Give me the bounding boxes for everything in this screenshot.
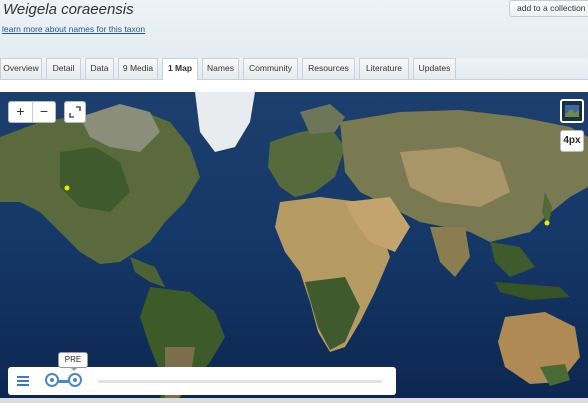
year-slider-track[interactable] <box>98 380 382 383</box>
learn-names-link[interactable]: learn more about names for this taxon <box>2 24 145 34</box>
zoom-control: + − <box>8 101 56 123</box>
timeline-bar <box>8 367 396 395</box>
tab-community[interactable]: Community <box>243 58 298 79</box>
point-size-button[interactable]: 4px <box>560 130 584 152</box>
tab-media[interactable]: 9 Media <box>118 58 158 79</box>
tab-literature[interactable]: Literature <box>359 58 409 79</box>
tab-names[interactable]: Names <box>202 58 239 79</box>
zoom-out-button[interactable]: − <box>31 102 55 122</box>
occurrence-point[interactable] <box>544 220 550 226</box>
occurrence-map[interactable]: + − 4px <box>0 92 588 403</box>
world-map-imagery <box>0 92 588 403</box>
tab-resources[interactable]: Resources <box>302 58 355 79</box>
tab-detail[interactable]: Detail <box>46 58 81 79</box>
tab-updates[interactable]: Updates <box>413 58 456 79</box>
tab-overview[interactable]: Overview <box>0 58 42 79</box>
fullscreen-button[interactable] <box>64 101 86 123</box>
tab-data[interactable]: Data <box>85 58 114 79</box>
range-end-handle[interactable] <box>68 373 82 387</box>
layer-switcher-icon <box>565 105 579 117</box>
layer-switcher-button[interactable] <box>560 99 584 123</box>
zoom-in-button[interactable]: + <box>9 102 32 122</box>
range-start-handle[interactable] <box>45 373 59 387</box>
page-title: Weigela coraeensis <box>3 1 134 18</box>
menu-icon[interactable] <box>17 376 29 386</box>
tab-bar: Overview Detail Data 9 Media 1 Map Names… <box>0 58 588 80</box>
fullscreen-icon <box>69 106 81 118</box>
taxon-header: Weigela coraeensis learn more about name… <box>0 0 588 58</box>
occurrence-point[interactable] <box>64 185 70 191</box>
tab-map[interactable]: 1 Map <box>162 58 198 80</box>
timeline-tooltip: PRE <box>58 352 88 371</box>
add-to-collection-button[interactable]: add to a collection <box>509 0 588 17</box>
